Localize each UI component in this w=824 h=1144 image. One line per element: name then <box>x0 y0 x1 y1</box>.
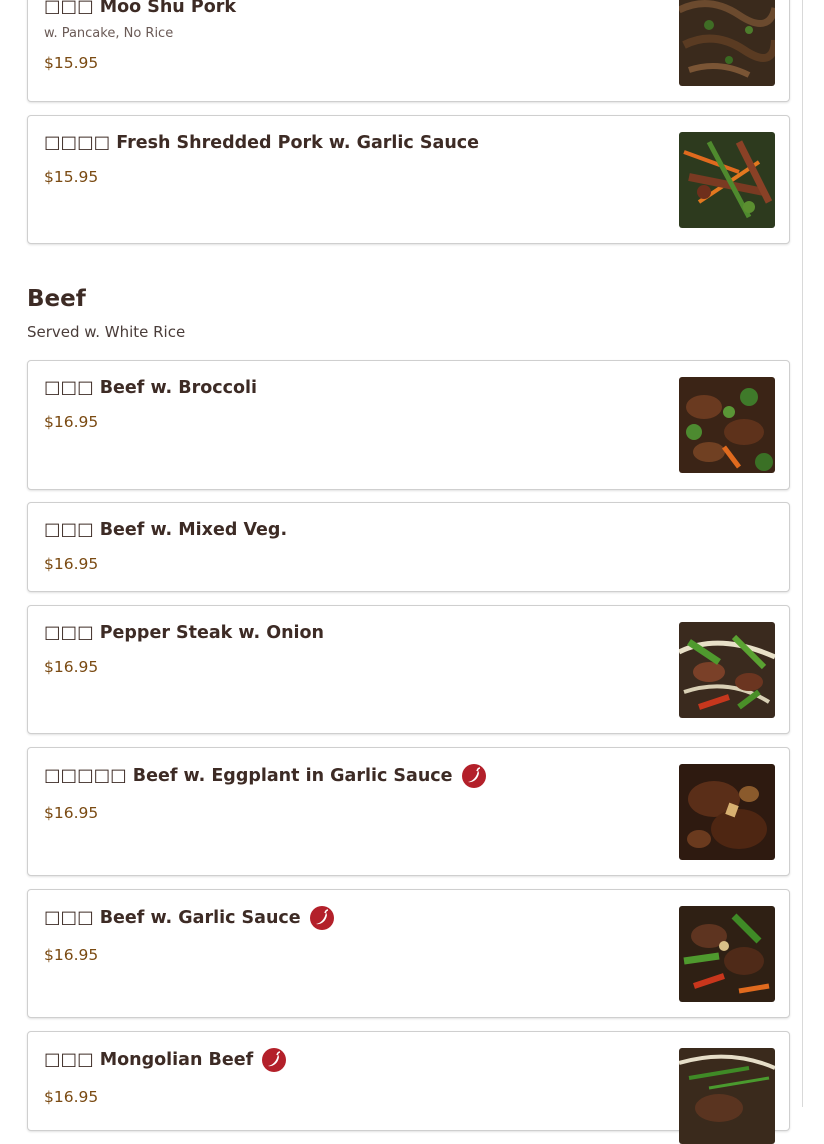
menu-item-card-beef-mixed-veg[interactable]: □□□ Beef w. Mixed Veg. $16.95 <box>27 502 790 592</box>
menu-item-price: $16.95 <box>44 1088 99 1106</box>
menu-item-price: $16.95 <box>44 413 99 431</box>
chili-pepper-icon <box>262 1048 287 1072</box>
menu-item-price: $16.95 <box>44 555 99 573</box>
menu-item-card-moo-shu-pork[interactable]: □□□ Moo Shu Pork w. Pancake, No Rice $15… <box>27 0 790 102</box>
food-photo <box>679 132 775 228</box>
menu-item-price: $16.95 <box>44 658 99 676</box>
food-photo <box>679 1048 775 1144</box>
food-photo <box>679 906 775 1002</box>
chili-pepper-icon <box>461 764 486 788</box>
menu-item-price: $15.95 <box>44 168 99 186</box>
chili-pepper-icon <box>309 906 334 930</box>
menu-item-card-beef-eggplant[interactable]: □□□□□ Beef w. Eggplant in Garlic Sauce $… <box>27 747 790 876</box>
page-edge-divider <box>802 0 803 1107</box>
food-photo <box>679 0 775 86</box>
section-title-beef: Beef <box>27 286 86 312</box>
menu-item-card-beef-broccoli[interactable]: □□□ Beef w. Broccoli $16.95 <box>27 360 790 490</box>
menu-item-price: $15.95 <box>44 54 99 72</box>
menu-item-name: □□□ Beef w. Garlic Sauce <box>44 906 334 930</box>
section-subtitle: Served w. White Rice <box>27 323 186 341</box>
menu-item-name: □□□ Beef w. Mixed Veg. <box>44 520 288 540</box>
menu-item-price: $16.95 <box>44 946 99 964</box>
menu-item-card-pepper-steak[interactable]: □□□ Pepper Steak w. Onion $16.95 <box>27 605 790 734</box>
menu-item-name: □□□ Pepper Steak w. Onion <box>44 623 325 643</box>
food-photo <box>679 622 775 718</box>
menu-item-name: □□□□□ Beef w. Eggplant in Garlic Sauce <box>44 764 486 788</box>
menu-item-name: □□□ Moo Shu Pork <box>44 0 236 17</box>
menu-item-description: w. Pancake, No Rice <box>44 26 174 41</box>
menu-item-card-mongolian-beef[interactable]: □□□ Mongolian Beef $16.95 <box>27 1031 790 1144</box>
menu-item-name: □□□ Beef w. Broccoli <box>44 378 258 398</box>
food-photo <box>679 377 775 473</box>
menu-item-price: $16.95 <box>44 804 99 822</box>
menu-item-name: □□□□ Fresh Shredded Pork w. Garlic Sauce <box>44 133 480 153</box>
food-photo <box>679 764 775 860</box>
menu-item-name: □□□ Mongolian Beef <box>44 1048 287 1072</box>
menu-item-card-beef-garlic-sauce[interactable]: □□□ Beef w. Garlic Sauce $16.95 <box>27 889 790 1018</box>
menu-item-card-shredded-pork[interactable]: □□□□ Fresh Shredded Pork w. Garlic Sauce… <box>27 115 790 244</box>
